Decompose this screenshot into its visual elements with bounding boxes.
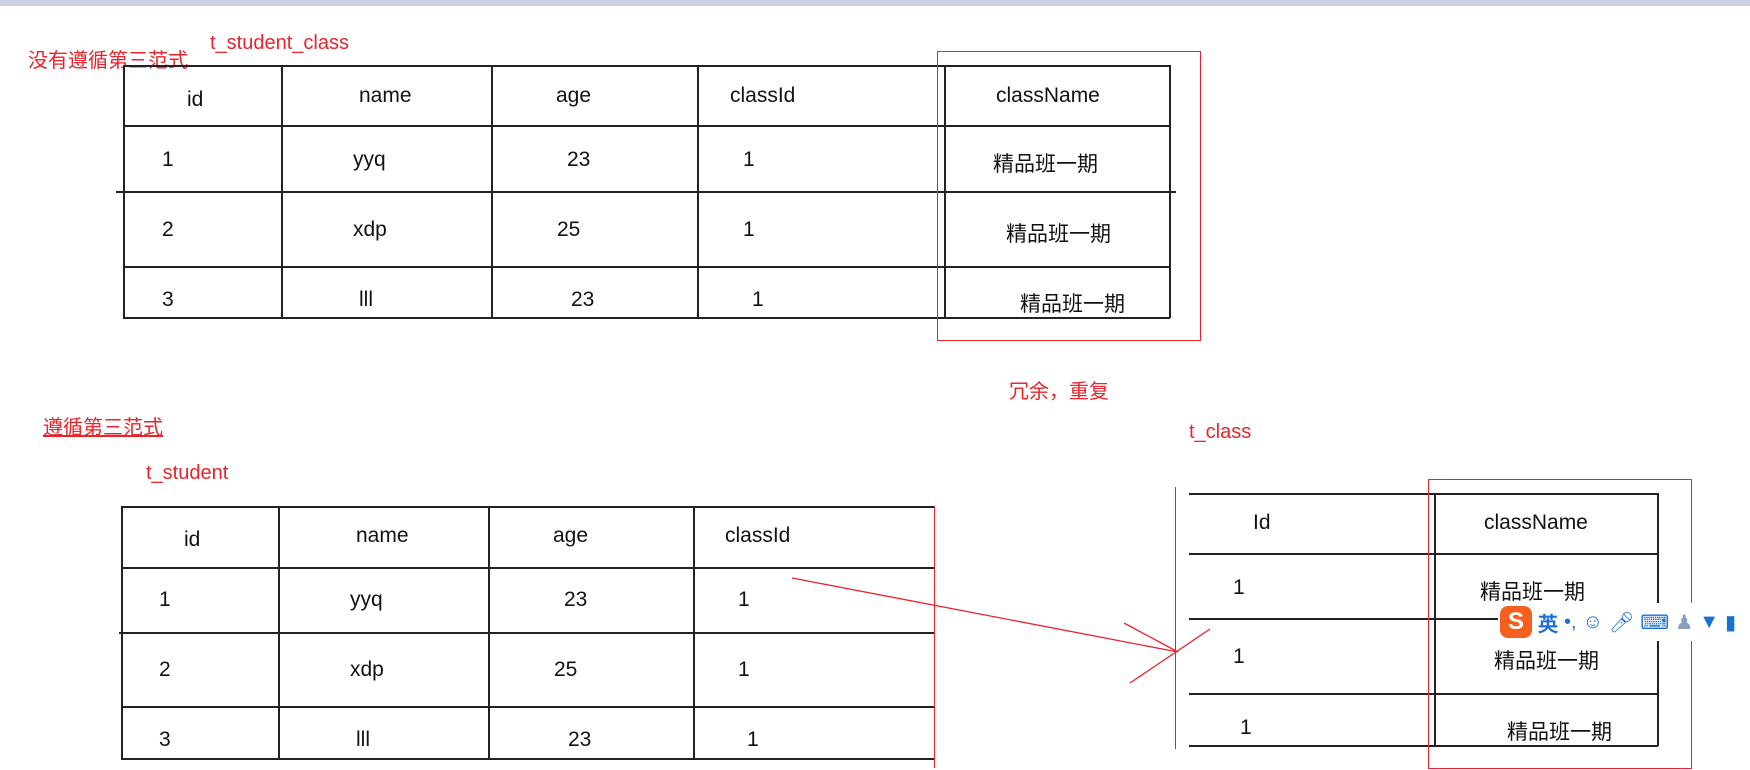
emoji-icon[interactable]: ☺ [1583, 611, 1603, 634]
arrow-head-lower [1129, 628, 1211, 684]
toolbox-icon[interactable]: ▮ [1725, 610, 1736, 635]
sogou-logo-icon[interactable]: S [1500, 606, 1532, 638]
keyboard-icon[interactable]: ⌨ [1640, 610, 1669, 635]
skin-icon[interactable]: ▼ [1699, 611, 1719, 634]
ime-toolbar[interactable]: S 英 •, ☺ 🎤︎ ⌨ ♟ ▼ ▮ [1498, 603, 1750, 641]
foreign-key-arrow [791, 577, 1211, 684]
arrow-head-upper [1123, 622, 1179, 653]
punctuation-icon[interactable]: •, [1564, 611, 1577, 634]
microphone-icon[interactable]: 🎤︎ [1609, 610, 1634, 635]
ime-language-toggle[interactable]: 英 [1538, 608, 1558, 637]
arrow-shaft [791, 577, 1179, 653]
user-icon[interactable]: ♟ [1675, 610, 1693, 635]
